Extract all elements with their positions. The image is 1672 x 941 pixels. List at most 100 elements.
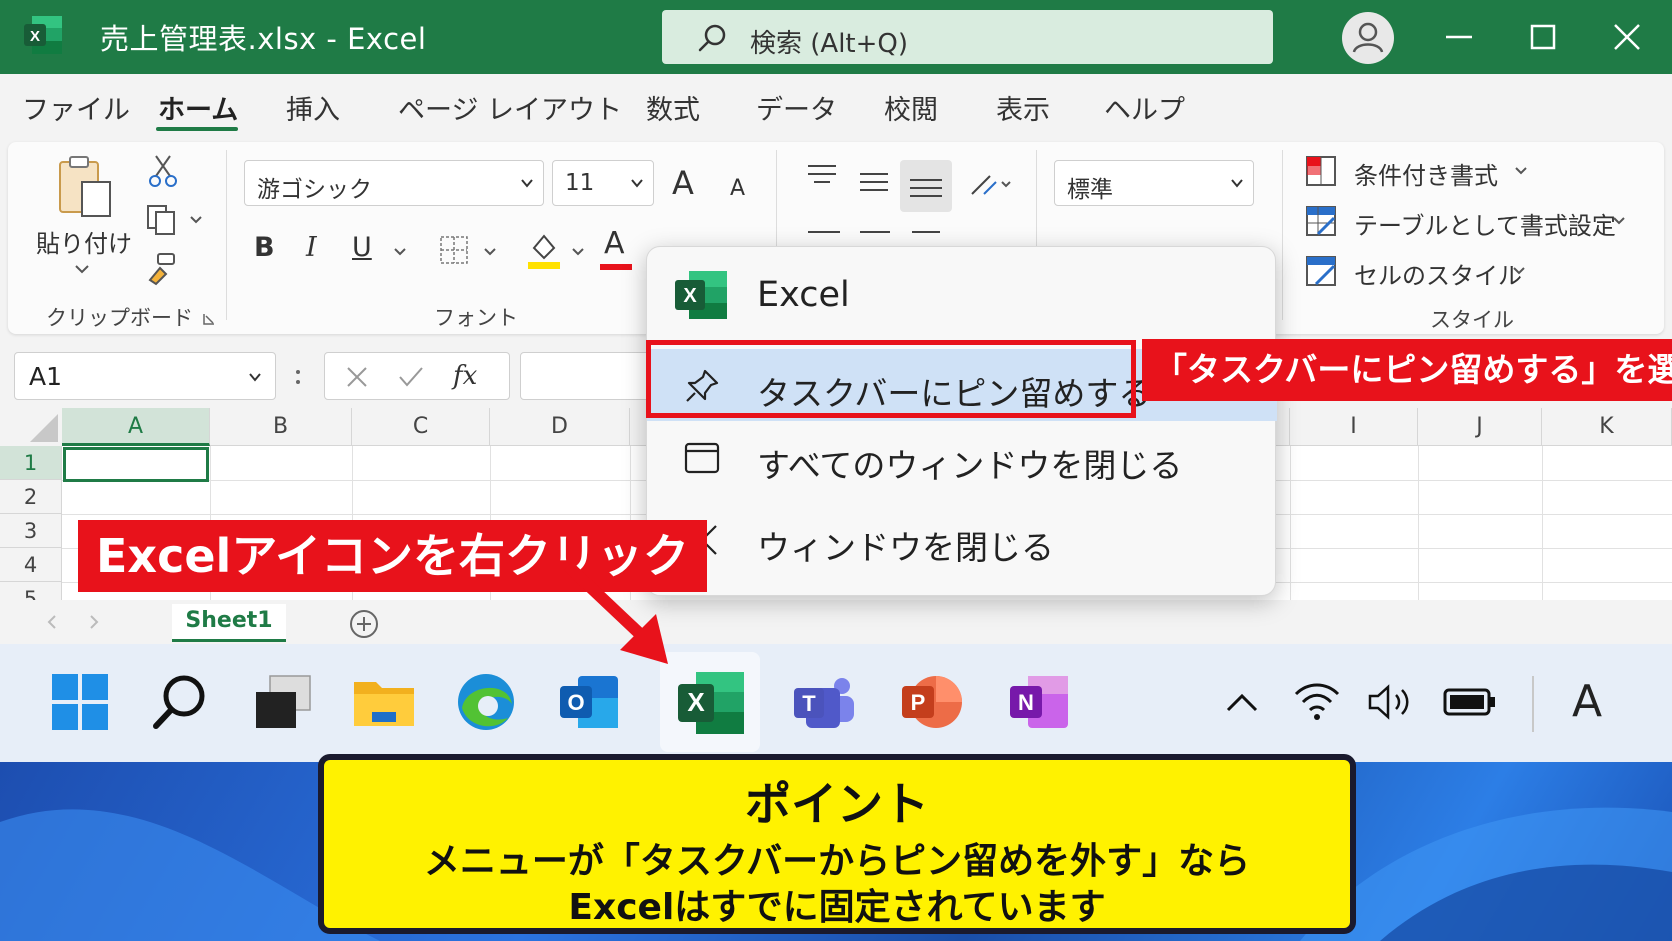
- svg-text:N: N: [1018, 690, 1034, 715]
- tab-review[interactable]: 校閲: [884, 88, 938, 127]
- tab-view[interactable]: 表示: [996, 88, 1050, 127]
- add-sheet-icon[interactable]: [348, 608, 380, 640]
- excel-app-icon[interactable]: X: [22, 14, 64, 56]
- close-window-icon[interactable]: [1604, 14, 1650, 60]
- column-header-b[interactable]: B: [210, 408, 352, 446]
- column-header-d[interactable]: D: [490, 408, 630, 446]
- tab-home[interactable]: ホーム: [158, 88, 238, 127]
- paste-label[interactable]: 貼り付け: [36, 224, 132, 259]
- volume-icon[interactable]: [1366, 682, 1416, 722]
- selected-cell-a1[interactable]: [63, 447, 209, 482]
- active-tab-indicator: [156, 127, 238, 131]
- font-name-dropdown[interactable]: 游ゴシック: [244, 160, 544, 206]
- chevron-down-icon[interactable]: [1512, 266, 1526, 276]
- chevron-down-icon[interactable]: [570, 246, 586, 258]
- format-as-table-icon[interactable]: [1304, 204, 1338, 238]
- row-header-2[interactable]: 2: [0, 480, 62, 514]
- copy-icon[interactable]: [144, 202, 180, 238]
- cancel-icon[interactable]: [345, 365, 369, 389]
- column-header-i[interactable]: I: [1290, 408, 1418, 446]
- column-header-j[interactable]: J: [1418, 408, 1542, 446]
- minimize-icon[interactable]: [1436, 14, 1482, 60]
- teams-icon[interactable]: T: [790, 668, 858, 736]
- chevron-down-icon[interactable]: [482, 246, 498, 258]
- point-title: ポイント: [745, 777, 929, 831]
- orientation-icon[interactable]: [966, 168, 1012, 202]
- format-painter-icon[interactable]: [144, 250, 180, 286]
- column-header-k[interactable]: K: [1542, 408, 1672, 446]
- number-format-dropdown[interactable]: 標準: [1054, 160, 1254, 206]
- select-all-corner[interactable]: [0, 408, 62, 446]
- chevron-down-icon[interactable]: [1514, 166, 1528, 176]
- italic-button[interactable]: I: [306, 232, 317, 263]
- chevron-down-icon[interactable]: [1612, 216, 1626, 226]
- cell-styles-icon[interactable]: [1304, 254, 1338, 288]
- align-middle-icon[interactable]: [856, 166, 892, 198]
- cell-styles-label[interactable]: セルのスタイル: [1354, 256, 1522, 291]
- maximize-icon[interactable]: [1520, 14, 1566, 60]
- tab-file[interactable]: ファイル: [22, 88, 130, 127]
- wifi-icon[interactable]: [1292, 680, 1342, 724]
- grid-line: [1542, 446, 1543, 608]
- excel-icon: X: [675, 271, 727, 319]
- close-window-item[interactable]: ウィンドウを閉じる: [647, 503, 1277, 575]
- bold-button[interactable]: B: [254, 232, 275, 263]
- format-as-table-label[interactable]: テーブルとして書式設定: [1354, 206, 1616, 241]
- borders-icon[interactable]: [438, 234, 470, 266]
- task-view-icon[interactable]: [250, 668, 318, 736]
- chevron-down-icon: [631, 179, 643, 188]
- chevron-down-icon[interactable]: [188, 214, 204, 226]
- chevron-down-icon[interactable]: [72, 262, 92, 276]
- taskbar-context-menu: X Excel タスクバーにピン留めする すべてのウィンドウを閉じる ウィンドウ…: [646, 246, 1277, 596]
- tab-formulas[interactable]: 数式: [646, 88, 700, 127]
- scroll-left-icon[interactable]: [46, 614, 58, 630]
- search-box[interactable]: 検索 (Alt+Q): [662, 10, 1273, 64]
- context-menu-app-name[interactable]: Excel: [757, 275, 850, 315]
- powerpoint-icon[interactable]: P: [898, 668, 966, 736]
- conditional-format-label[interactable]: 条件付き書式: [1354, 156, 1498, 191]
- row-header-1[interactable]: 1: [0, 446, 62, 480]
- font-size-dropdown[interactable]: 11: [552, 160, 654, 206]
- taskbar-search-icon[interactable]: [146, 668, 214, 736]
- column-header-c[interactable]: C: [352, 408, 490, 446]
- battery-icon[interactable]: [1442, 686, 1498, 718]
- font-color-button[interactable]: A: [604, 226, 625, 261]
- paste-icon[interactable]: [54, 154, 116, 220]
- underline-button[interactable]: U: [352, 232, 372, 263]
- tab-page-layout[interactable]: ページ レイアウト: [398, 88, 622, 127]
- resize-handle-icon[interactable]: [294, 364, 302, 390]
- ime-indicator[interactable]: A: [1572, 676, 1602, 727]
- row-header-3[interactable]: 3: [0, 514, 62, 548]
- scroll-right-icon[interactable]: [88, 614, 100, 630]
- taskbar-excel-icon[interactable]: X: [674, 666, 748, 740]
- chevron-up-icon[interactable]: [1222, 686, 1262, 718]
- outlook-icon[interactable]: O: [556, 668, 624, 736]
- tab-insert[interactable]: 挿入: [286, 88, 340, 127]
- insert-function-button[interactable]: fx: [453, 361, 477, 391]
- enter-check-icon[interactable]: [397, 365, 425, 389]
- start-icon[interactable]: [46, 668, 114, 736]
- grow-font-button[interactable]: A: [672, 164, 694, 202]
- number-format-value: 標準: [1067, 177, 1113, 203]
- column-header-a[interactable]: A: [62, 408, 210, 446]
- sheet-tab-sheet1[interactable]: Sheet1: [172, 604, 286, 642]
- dialog-launcher-icon[interactable]: [202, 312, 216, 326]
- fill-color-icon[interactable]: [526, 230, 562, 270]
- conditional-format-icon[interactable]: [1304, 154, 1338, 188]
- ribbon-divider: [1282, 150, 1283, 320]
- tab-data[interactable]: データ: [756, 88, 837, 127]
- name-box-value: A1: [29, 362, 63, 391]
- align-top-icon[interactable]: [804, 160, 840, 192]
- align-bottom-button[interactable]: [900, 160, 952, 212]
- onenote-icon[interactable]: N: [1006, 668, 1074, 736]
- row-header-4[interactable]: 4: [0, 548, 62, 582]
- tab-help[interactable]: ヘルプ: [1104, 88, 1185, 127]
- name-box[interactable]: A1: [14, 352, 276, 400]
- shrink-font-button[interactable]: A: [730, 176, 745, 201]
- chevron-down-icon[interactable]: [392, 246, 408, 258]
- cut-icon[interactable]: [148, 152, 178, 188]
- account-avatar[interactable]: [1342, 12, 1394, 64]
- file-explorer-icon[interactable]: [350, 668, 418, 736]
- close-all-windows-item[interactable]: すべてのウィンドウを閉じる: [647, 421, 1277, 493]
- edge-icon[interactable]: [452, 668, 520, 736]
